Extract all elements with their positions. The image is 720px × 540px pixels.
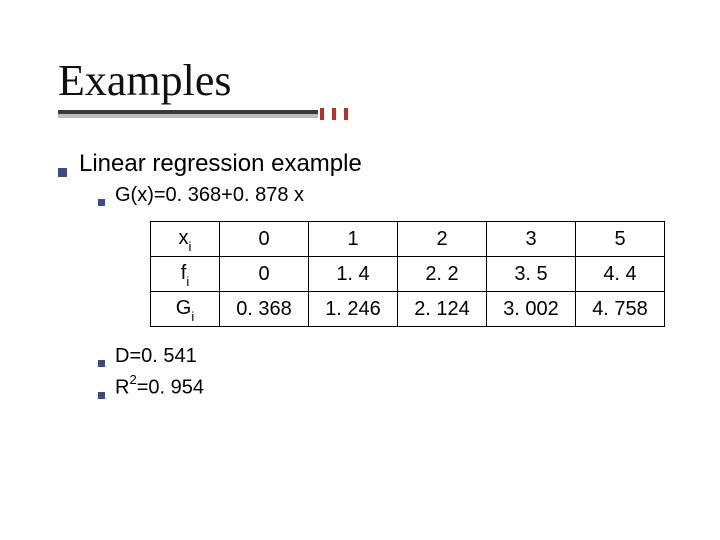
square-bullet-icon (58, 168, 67, 177)
cell: 0 (220, 257, 309, 292)
gi-sub: i (191, 309, 194, 324)
cell: 3. 002 (487, 292, 576, 327)
title-underline (58, 110, 368, 116)
underline-tick-icon (332, 108, 336, 120)
square-bullet-icon (98, 392, 105, 399)
xi-base: x (179, 227, 189, 249)
r2-prefix: R (115, 377, 129, 399)
bullet-level1-text: Linear regression example (79, 150, 362, 178)
cell: 2. 124 (398, 292, 487, 327)
equation-text: G(x)=0. 368+0. 878 x (115, 184, 304, 207)
r2-exponent: 2 (129, 372, 136, 387)
square-bullet-icon (98, 360, 105, 367)
cell: 4. 758 (576, 292, 665, 327)
table-row: fi 0 1. 4 2. 2 3. 5 4. 4 (151, 257, 665, 292)
xi-sub: i (189, 239, 192, 254)
r2-stat-text: R2=0. 954 (115, 374, 204, 400)
bullet-level1: Linear regression example (58, 150, 678, 178)
row-header-xi: xi (151, 222, 220, 257)
row-header-fi: fi (151, 257, 220, 292)
cell: 3 (487, 222, 576, 257)
slide-title: Examples (58, 58, 368, 104)
content-area: Linear regression example G(x)=0. 368+0.… (58, 150, 678, 406)
table-row: Gi 0. 368 1. 246 2. 124 3. 002 4. 758 (151, 292, 665, 327)
row-header-gi: Gi (151, 292, 220, 327)
cell: 0. 368 (220, 292, 309, 327)
bullet-level2-equation: G(x)=0. 368+0. 878 x (98, 184, 678, 207)
cell: 1. 246 (309, 292, 398, 327)
cell: 1. 4 (309, 257, 398, 292)
cell: 2. 2 (398, 257, 487, 292)
r2-rest: =0. 954 (137, 377, 204, 399)
fi-sub: i (186, 274, 189, 289)
slide: Examples Linear regression example G(x)=… (0, 0, 720, 540)
cell: 5 (576, 222, 665, 257)
data-table: xi 0 1 2 3 5 fi 0 1. 4 2. 2 3. 5 4. 4 (150, 221, 665, 327)
square-bullet-icon (98, 199, 105, 206)
cell: 1 (309, 222, 398, 257)
bullet-level2-r2: R2=0. 954 (98, 374, 678, 400)
d-stat-text: D=0. 541 (115, 345, 197, 368)
regression-table: xi 0 1 2 3 5 fi 0 1. 4 2. 2 3. 5 4. 4 (150, 221, 678, 327)
underline-tick-icon (320, 108, 324, 120)
title-block: Examples (58, 58, 368, 116)
underline-bar-light (58, 114, 318, 118)
cell: 2 (398, 222, 487, 257)
cell: 4. 4 (576, 257, 665, 292)
cell: 0 (220, 222, 309, 257)
underline-tick-icon (344, 108, 348, 120)
table-row: xi 0 1 2 3 5 (151, 222, 665, 257)
gi-base: G (176, 297, 192, 319)
cell: 3. 5 (487, 257, 576, 292)
bullet-level2-d: D=0. 541 (98, 345, 678, 368)
